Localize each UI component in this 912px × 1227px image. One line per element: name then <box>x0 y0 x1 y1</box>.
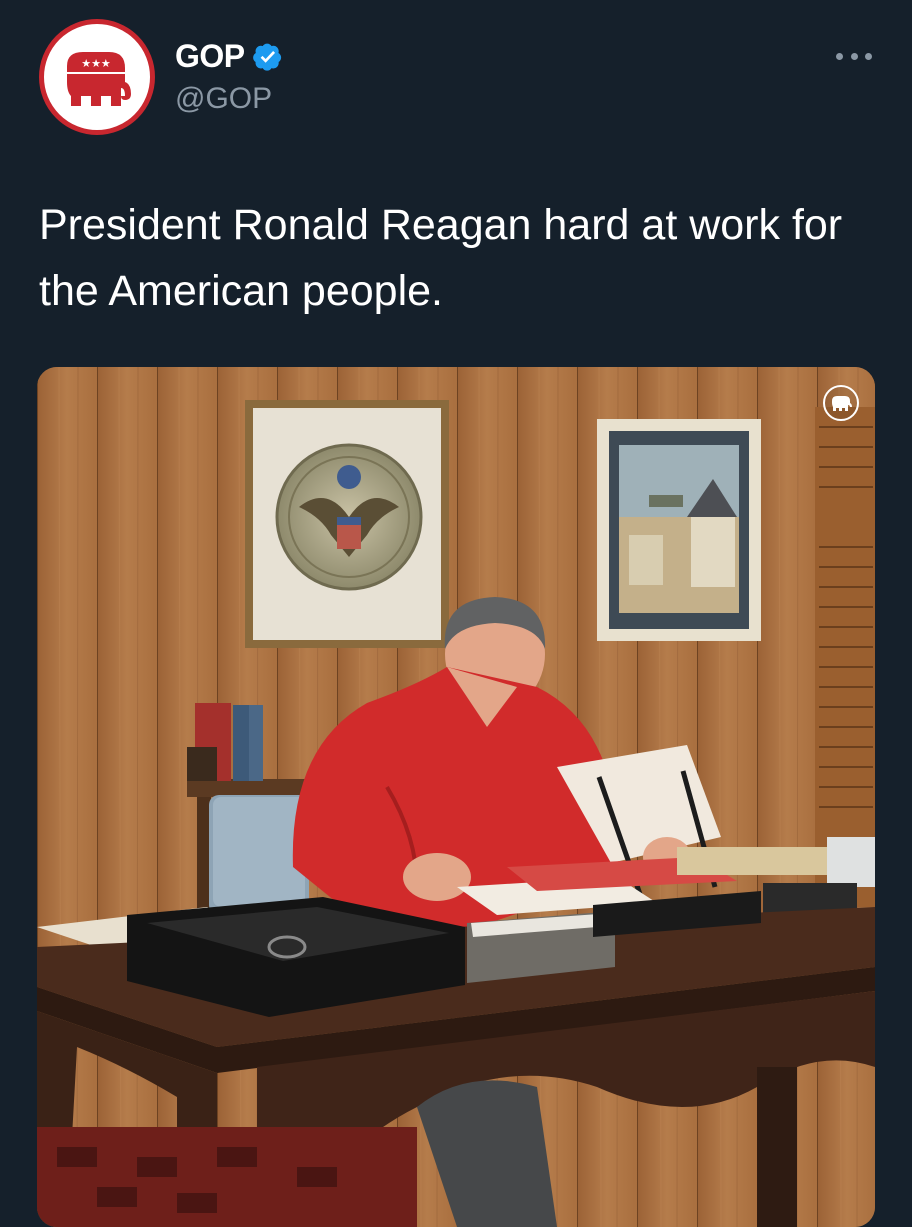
more-dot <box>836 52 843 60</box>
display-name[interactable]: GOP <box>175 38 245 75</box>
elephant-logo-icon: ★★★ <box>67 52 131 106</box>
tweet-text: President Ronald Reagan hard at work for… <box>39 201 843 315</box>
avatar-stars: ★★★ <box>81 57 111 70</box>
author-handle[interactable]: @GOP <box>175 82 272 116</box>
more-options-icon[interactable] <box>836 44 872 68</box>
author-name-row: GOP <box>175 38 283 75</box>
republican-elephant-watermark-icon <box>823 385 859 421</box>
photo-scene <box>37 367 875 1227</box>
more-dot <box>850 52 858 60</box>
elephant-icon <box>832 396 852 411</box>
tweet-photo[interactable] <box>37 367 875 1227</box>
more-dot <box>865 52 872 60</box>
avatar[interactable]: ★★★ <box>39 19 155 135</box>
verified-badge-icon <box>252 43 281 71</box>
